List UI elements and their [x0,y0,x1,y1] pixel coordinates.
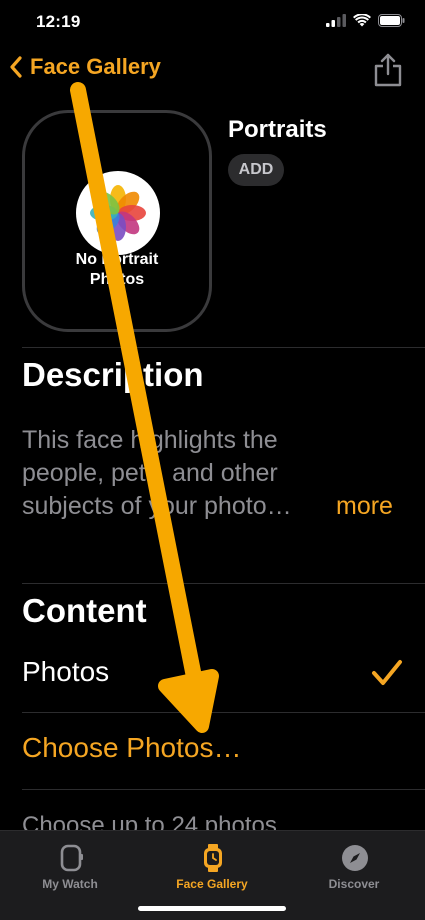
compass-icon [342,845,368,871]
photos-app-icon [76,171,160,255]
divider [22,712,425,713]
photos-option-label: Photos [22,656,110,687]
status-time: 12:19 [36,12,81,31]
tab-my-watch-label: My Watch [42,877,98,891]
navigation-bar: Face Gallery [0,46,425,94]
checkmark-icon [372,660,402,685]
battery-icon [378,14,405,27]
description-heading: Description [22,356,204,393]
divider [22,789,425,790]
tab-face-gallery[interactable]: Face Gallery [142,837,282,897]
choose-photos-button[interactable]: Choose Photos… [22,732,241,764]
divider [22,583,425,584]
tab-face-gallery-label: Face Gallery [176,877,248,891]
content-heading: Content [22,592,147,629]
face-gallery-icon [204,844,222,872]
watch-face-preview[interactable]: No Portrait Photos [22,110,212,332]
tab-discover-label: Discover [328,877,380,891]
home-indicator [138,906,286,911]
add-button[interactable]: ADD [228,154,284,186]
tab-discover[interactable]: Discover [284,837,424,897]
wifi-icon [353,14,371,27]
share-icon[interactable] [371,52,405,88]
back-button[interactable]: Face Gallery [8,54,161,80]
status-bar: 12:19 [0,0,425,46]
face-title: Portraits [228,116,327,143]
photos-option-row[interactable]: Photos [0,640,425,712]
back-button-label: Face Gallery [30,54,161,79]
more-link[interactable]: more [336,490,393,523]
cellular-signal-icon [326,14,346,27]
photos-flower-icon [90,185,146,241]
no-portrait-photos-text: No Portrait Photos [75,251,159,288]
divider [22,347,425,348]
description-text: This face highlights the people, pets, a… [22,426,292,520]
chevron-left-icon [10,56,22,78]
status-icons [326,14,405,27]
watch-icon [60,844,83,872]
tab-my-watch[interactable]: My Watch [0,837,140,897]
